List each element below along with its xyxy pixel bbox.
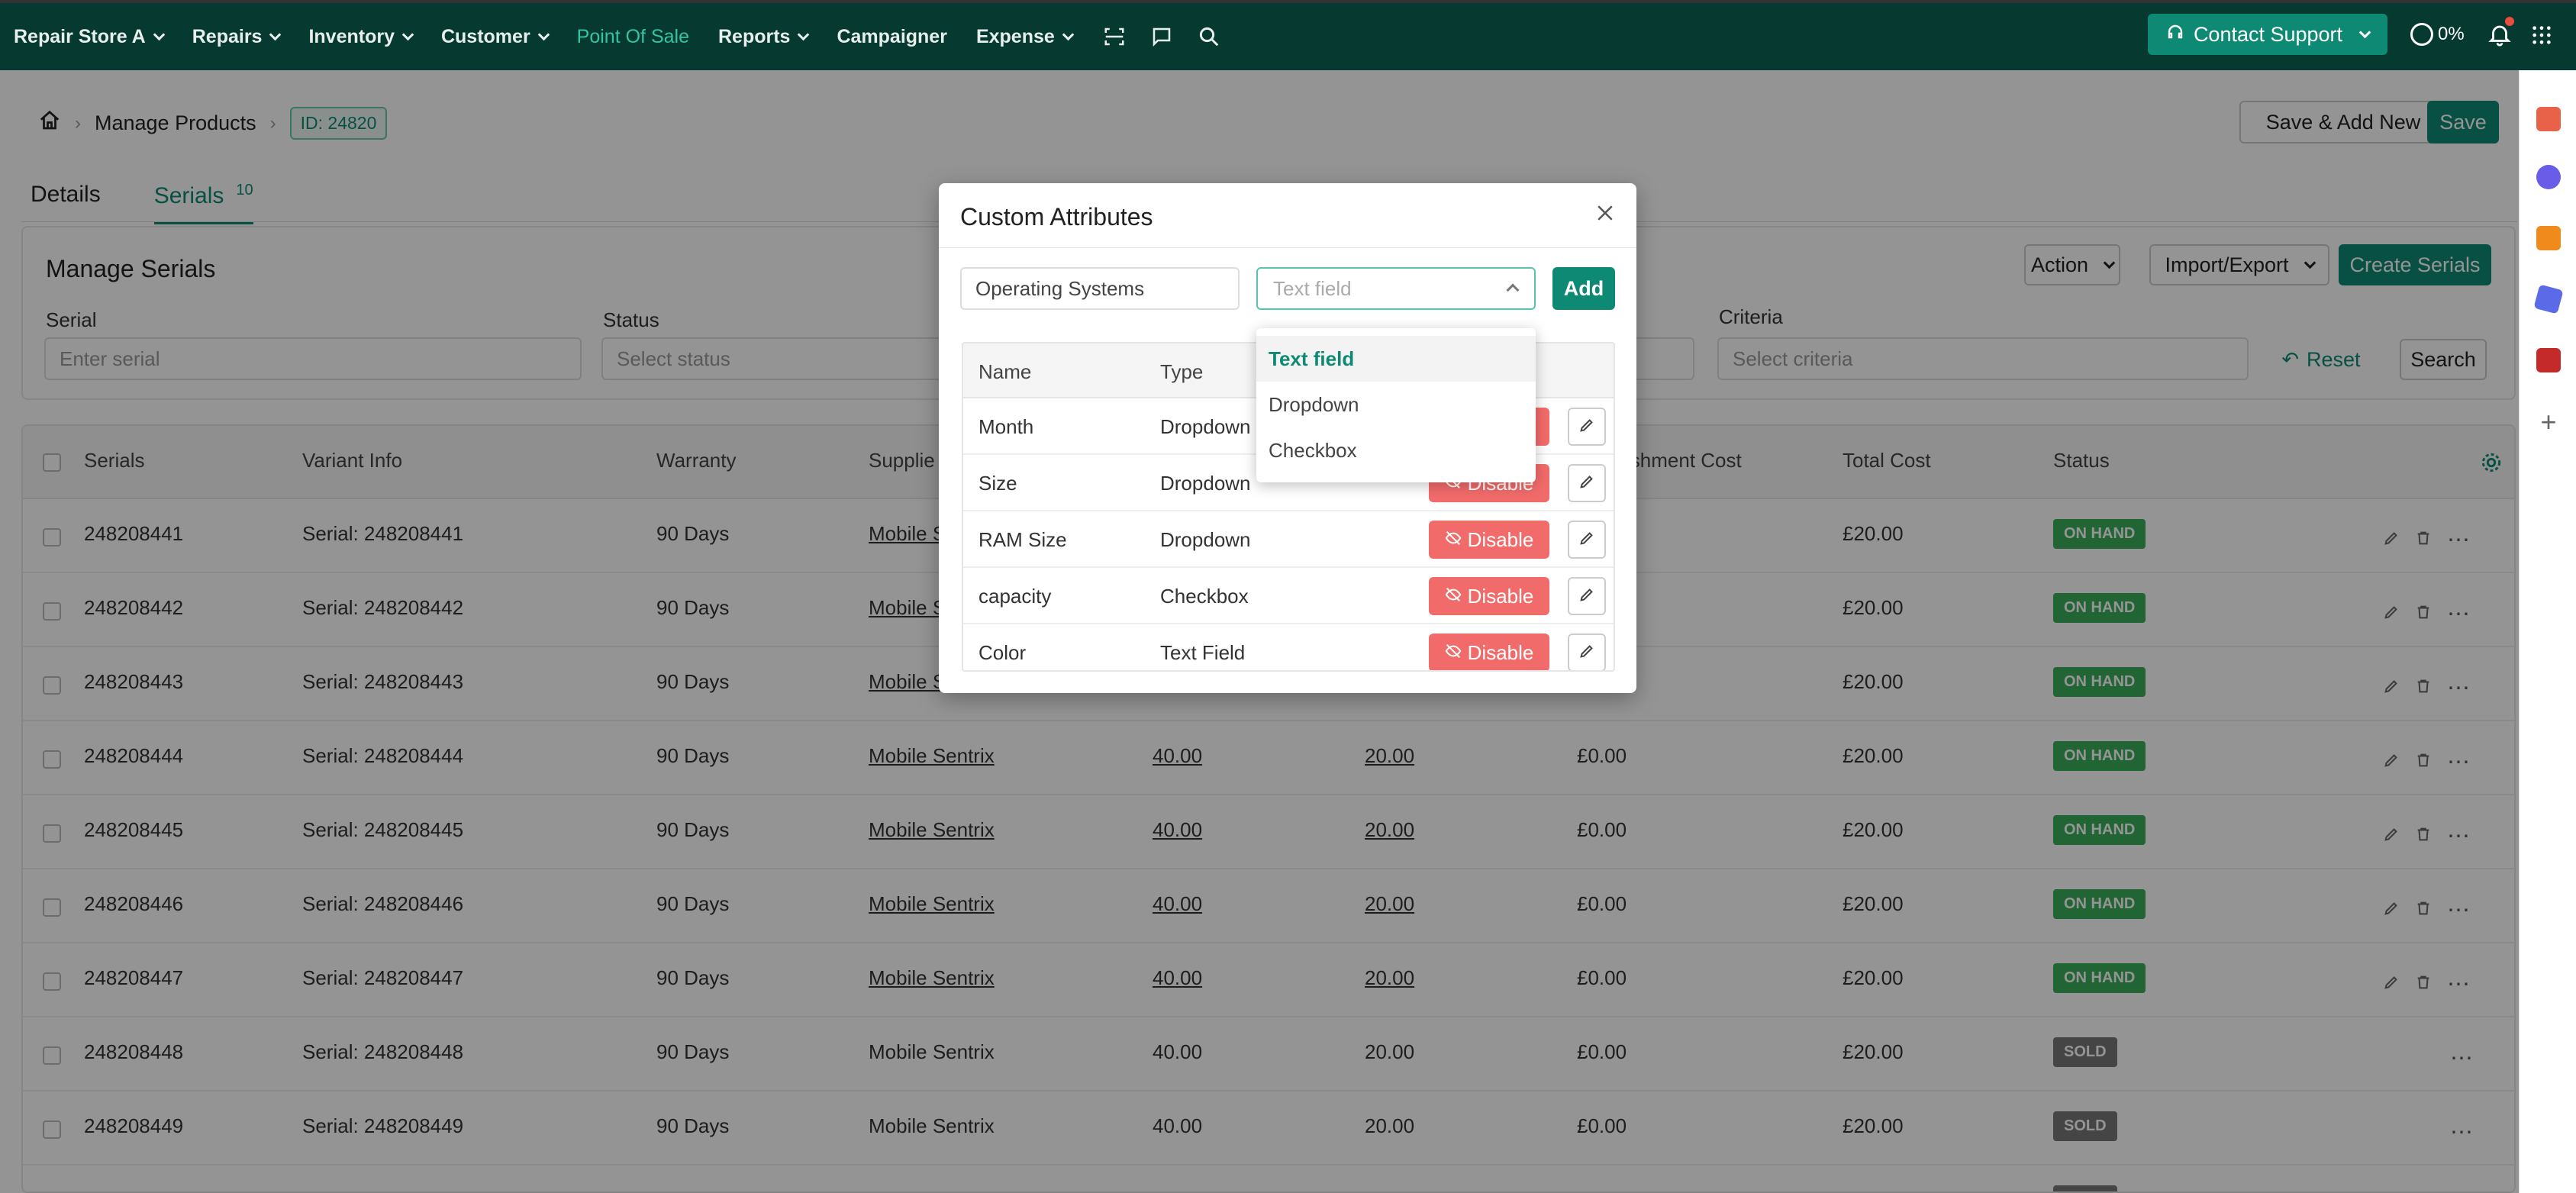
note-icon[interactable]: [2536, 226, 2561, 250]
edit-attribute-button[interactable]: [1568, 634, 1606, 670]
attribute-type: Dropdown: [1160, 472, 1251, 495]
dropdown-option-text-field[interactable]: Text field: [1256, 336, 1536, 382]
pencil-icon: [1578, 472, 1595, 495]
pencil-icon: [1578, 415, 1595, 439]
scan-icon[interactable]: [1101, 24, 1127, 50]
nav-item-label: Inventory: [308, 25, 395, 47]
nav-item-label: Repairs: [192, 25, 263, 47]
attribute-type: Dropdown: [1160, 528, 1251, 551]
nav-item-repair-store-a[interactable]: Repair Store A: [14, 25, 166, 48]
bell-icon[interactable]: [2487, 21, 2513, 53]
attr-header-name: Name: [978, 360, 1032, 383]
attribute-type-select[interactable]: Text field: [1256, 267, 1536, 310]
nav-item-label: Point Of Sale: [576, 25, 689, 47]
chevron-down-icon: [2358, 26, 2371, 38]
headset-icon: [2166, 23, 2184, 47]
contact-support-label: Contact Support: [2193, 22, 2343, 46]
chevron-down-icon: [1062, 28, 1075, 40]
progress-value: 0%: [2438, 24, 2465, 44]
apps-grid-icon[interactable]: [2531, 24, 2552, 51]
chat-bubble-icon[interactable]: [2536, 165, 2561, 189]
nav-item-label: Expense: [975, 25, 1055, 47]
dropdown-option-dropdown[interactable]: Dropdown: [1256, 382, 1536, 427]
nav-item-repairs[interactable]: Repairs: [192, 25, 282, 48]
notification-dot: [2505, 17, 2514, 26]
nav-item-label: Repair Store A: [14, 25, 146, 47]
attribute-type: Text Field: [1160, 641, 1246, 664]
edit-attribute-button[interactable]: [1568, 577, 1606, 615]
right-rail: +: [2519, 70, 2576, 1193]
attribute-name: capacity: [978, 585, 1052, 608]
disable-button[interactable]: Disable: [1429, 521, 1549, 559]
disable-label: Disable: [1467, 527, 1534, 551]
attribute-row: RAM Size Dropdown Disable: [963, 511, 1614, 568]
attribute-name-input[interactable]: Operating Systems: [960, 267, 1240, 310]
nav-item-label: Campaigner: [837, 25, 947, 47]
nav-item-point-of-sale[interactable]: Point Of Sale: [577, 26, 689, 48]
chevron-down-icon: [269, 28, 282, 40]
attribute-type: Dropdown: [1160, 415, 1251, 438]
disable-button[interactable]: Disable: [1429, 634, 1549, 670]
pencil-icon: [1578, 641, 1595, 665]
chevron-down-icon: [537, 28, 550, 40]
attribute-row: Color Text Field Disable: [963, 624, 1614, 670]
attribute-row: capacity Checkbox Disable: [963, 568, 1614, 624]
eye-off-icon: [1445, 585, 1462, 608]
nav-item-label: Customer: [440, 25, 530, 47]
chevron-down-icon: [798, 28, 810, 40]
attribute-name: Color: [978, 641, 1027, 664]
modal-divider: [939, 247, 1636, 248]
disable-label: Disable: [1467, 640, 1534, 664]
nav-item-campaigner[interactable]: Campaigner: [837, 26, 946, 48]
pencil-icon: [1578, 585, 1595, 608]
attribute-type-placeholder: Text field: [1273, 276, 1352, 300]
attribute-name: RAM Size: [978, 528, 1067, 551]
dropdown-option-checkbox[interactable]: Checkbox: [1256, 427, 1536, 473]
nav-items: Repair Store A Repairs Inventory Customer Po…: [14, 26, 1101, 48]
progress-ring-icon: [2410, 23, 2433, 46]
cube-icon[interactable]: [2533, 284, 2564, 314]
search-icon[interactable]: [1196, 24, 1222, 50]
nav-item-reports[interactable]: Reports: [717, 25, 810, 48]
edit-attribute-button[interactable]: [1568, 521, 1606, 559]
disable-button[interactable]: Disable: [1429, 577, 1549, 615]
modal-title: Custom Attributes: [960, 203, 1153, 231]
eye-off-icon: [1445, 641, 1462, 665]
attribute-type-dropdown-menu: Text field Dropdown Checkbox: [1256, 328, 1536, 482]
attribute-type: Checkbox: [1160, 585, 1249, 608]
nav-item-expense[interactable]: Expense: [975, 25, 1075, 48]
nav-item-inventory[interactable]: Inventory: [308, 25, 414, 48]
chat-icon[interactable]: [1149, 24, 1175, 50]
edit-attribute-button[interactable]: [1568, 464, 1606, 502]
close-icon[interactable]: [1594, 202, 1617, 224]
eye-off-icon: [1445, 528, 1462, 552]
contact-support-button[interactable]: Contact Support: [2148, 14, 2387, 55]
nav-item-customer[interactable]: Customer: [440, 25, 550, 48]
edit-attribute-button[interactable]: [1568, 408, 1606, 446]
disable-label: Disable: [1467, 584, 1534, 608]
app-root: Repair Store A Repairs Inventory Customer Po…: [0, 0, 2576, 1193]
attr-header-type: Type: [1160, 360, 1204, 383]
chevron-down-icon: [153, 28, 166, 40]
pencil-icon: [1578, 528, 1595, 552]
plus-icon[interactable]: +: [2536, 408, 2561, 436]
attribute-name: Size: [978, 472, 1017, 495]
chevron-down-icon: [401, 28, 414, 40]
shop-icon[interactable]: [2536, 107, 2561, 131]
add-attribute-button[interactable]: Add: [1552, 267, 1615, 310]
nav-item-label: Reports: [717, 25, 791, 47]
attribute-name: Month: [978, 415, 1034, 438]
progress-indicator[interactable]: 0%: [2410, 23, 2465, 46]
chevron-up-icon: [1506, 283, 1520, 297]
card-icon[interactable]: [2536, 348, 2561, 372]
